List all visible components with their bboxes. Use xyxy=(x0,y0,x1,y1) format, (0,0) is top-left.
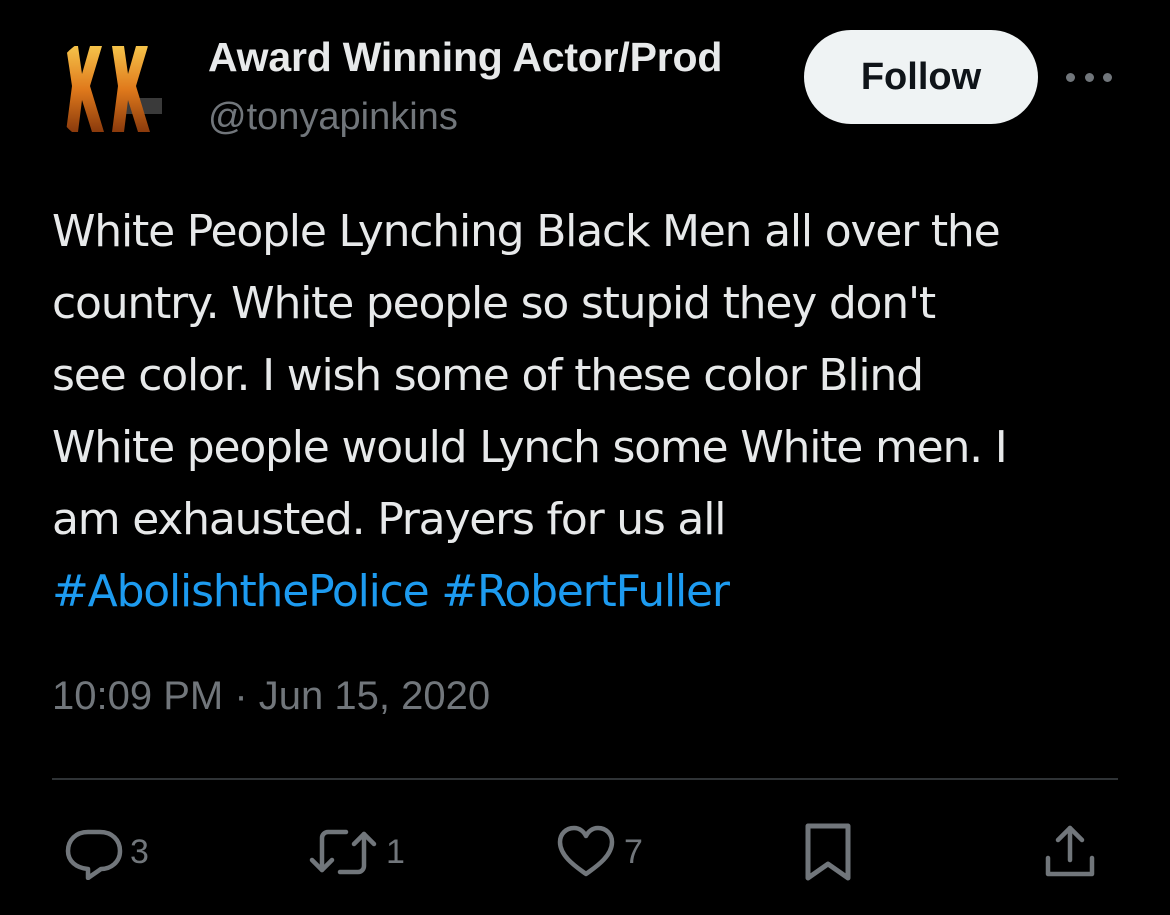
tweet-line: see color. I wish some of these color Bl… xyxy=(52,350,924,401)
divider xyxy=(52,778,1118,780)
more-horizontal-icon xyxy=(1066,72,1075,82)
hashtag-link-abolishthepolice[interactable]: #AbolishthePolice xyxy=(52,566,430,617)
hashtag-link-robertfuller[interactable]: #RobertFuller xyxy=(441,566,730,617)
tweet-line: country. White people so stupid they don… xyxy=(52,278,936,329)
avatar-flame-letters-image xyxy=(52,34,170,146)
bookmark-button[interactable] xyxy=(800,822,856,882)
hashtag-line: #AbolishthePolice #RobertFuller xyxy=(52,556,1122,628)
tweet-text: White People Lynching Black Men all over… xyxy=(52,196,1122,628)
author-handle[interactable]: @tonyapinkins xyxy=(208,96,458,139)
share-button[interactable] xyxy=(1040,822,1100,882)
follow-button[interactable]: Follow xyxy=(804,30,1038,124)
reply-bubble-icon xyxy=(65,829,123,880)
avatar[interactable] xyxy=(52,34,170,146)
share-upload-icon xyxy=(1045,825,1095,877)
tweet-timestamp[interactable]: 10:09 PM · Jun 15, 2020 xyxy=(52,674,490,719)
more-options-button[interactable] xyxy=(1066,62,1112,92)
reply-button[interactable]: 3 xyxy=(64,822,149,882)
tweet-line: White people would Lynch some White men.… xyxy=(52,422,1008,473)
like-button[interactable]: 7 xyxy=(554,822,643,882)
tweet-line: am exhausted. Prayers for us all xyxy=(52,494,726,545)
more-horizontal-icon-dot xyxy=(1103,72,1112,82)
retweet-arrows-icon xyxy=(309,829,377,875)
retweet-button[interactable]: 1 xyxy=(306,822,405,882)
retweet-count: 1 xyxy=(386,832,405,871)
author-display-name[interactable]: Award Winning Actor/Prod xyxy=(208,34,722,81)
heart-icon xyxy=(557,825,615,877)
tweet-line: White People Lynching Black Men all over… xyxy=(52,206,1001,257)
reply-count: 3 xyxy=(130,832,149,871)
bookmark-icon xyxy=(805,823,851,881)
like-count: 7 xyxy=(624,832,643,871)
more-horizontal-icon-dot xyxy=(1084,72,1094,82)
